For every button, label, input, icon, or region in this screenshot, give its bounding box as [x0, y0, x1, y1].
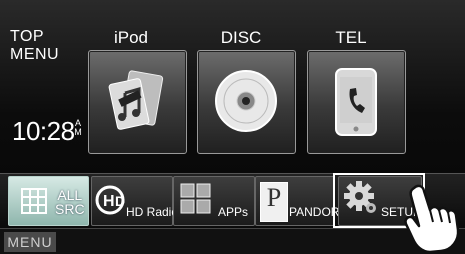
- apps-label: APPs: [218, 205, 249, 219]
- disc-icon: [215, 70, 277, 132]
- all-src-button[interactable]: ALL SRC: [8, 176, 89, 226]
- clock-ampm: A M: [73, 119, 83, 137]
- apps-button[interactable]: APPs: [173, 176, 255, 226]
- top-menu-button[interactable]: TOP MENU: [10, 28, 59, 64]
- hd-radio-button[interactable]: H D HD Radio: [91, 176, 178, 226]
- pandora-icon: P: [260, 182, 288, 222]
- all-src-line1: ALL: [57, 187, 83, 203]
- source-label-disc: DISC: [220, 28, 262, 47]
- svg-text:H: H: [103, 193, 115, 210]
- all-src-line2: SRC: [55, 201, 85, 217]
- menu-button[interactable]: MENU: [4, 232, 56, 252]
- head-unit-screen: TOP MENU 10:28 A M iPod DISC TEL ALL SRC…: [0, 0, 465, 254]
- svg-text:D: D: [115, 193, 125, 209]
- phone-icon: [335, 68, 377, 136]
- pandora-badge: P: [266, 183, 282, 212]
- pandora-button[interactable]: P PANDORA: [255, 176, 347, 226]
- all-src-label: ALL SRC: [55, 188, 85, 216]
- ampm-bottom: M: [74, 127, 82, 137]
- grid-icon: [21, 188, 47, 214]
- source-tile-ipod[interactable]: [88, 50, 187, 154]
- source-tile-disc[interactable]: [197, 50, 296, 154]
- menu-strip: MENU: [0, 228, 465, 254]
- source-tile-tel[interactable]: [307, 50, 406, 154]
- clock-time: 10:28: [12, 116, 75, 146]
- ipod-music-icon: [108, 70, 164, 130]
- pointing-hand-icon: [404, 184, 460, 254]
- apps-grid-icon: [180, 183, 211, 214]
- top-menu-line2: MENU: [10, 46, 60, 63]
- top-menu-line1: TOP: [10, 28, 45, 45]
- source-label-ipod: iPod: [113, 28, 149, 47]
- source-label-tel: TEL: [335, 28, 367, 47]
- hd-radio-label: HD Radio: [126, 205, 179, 219]
